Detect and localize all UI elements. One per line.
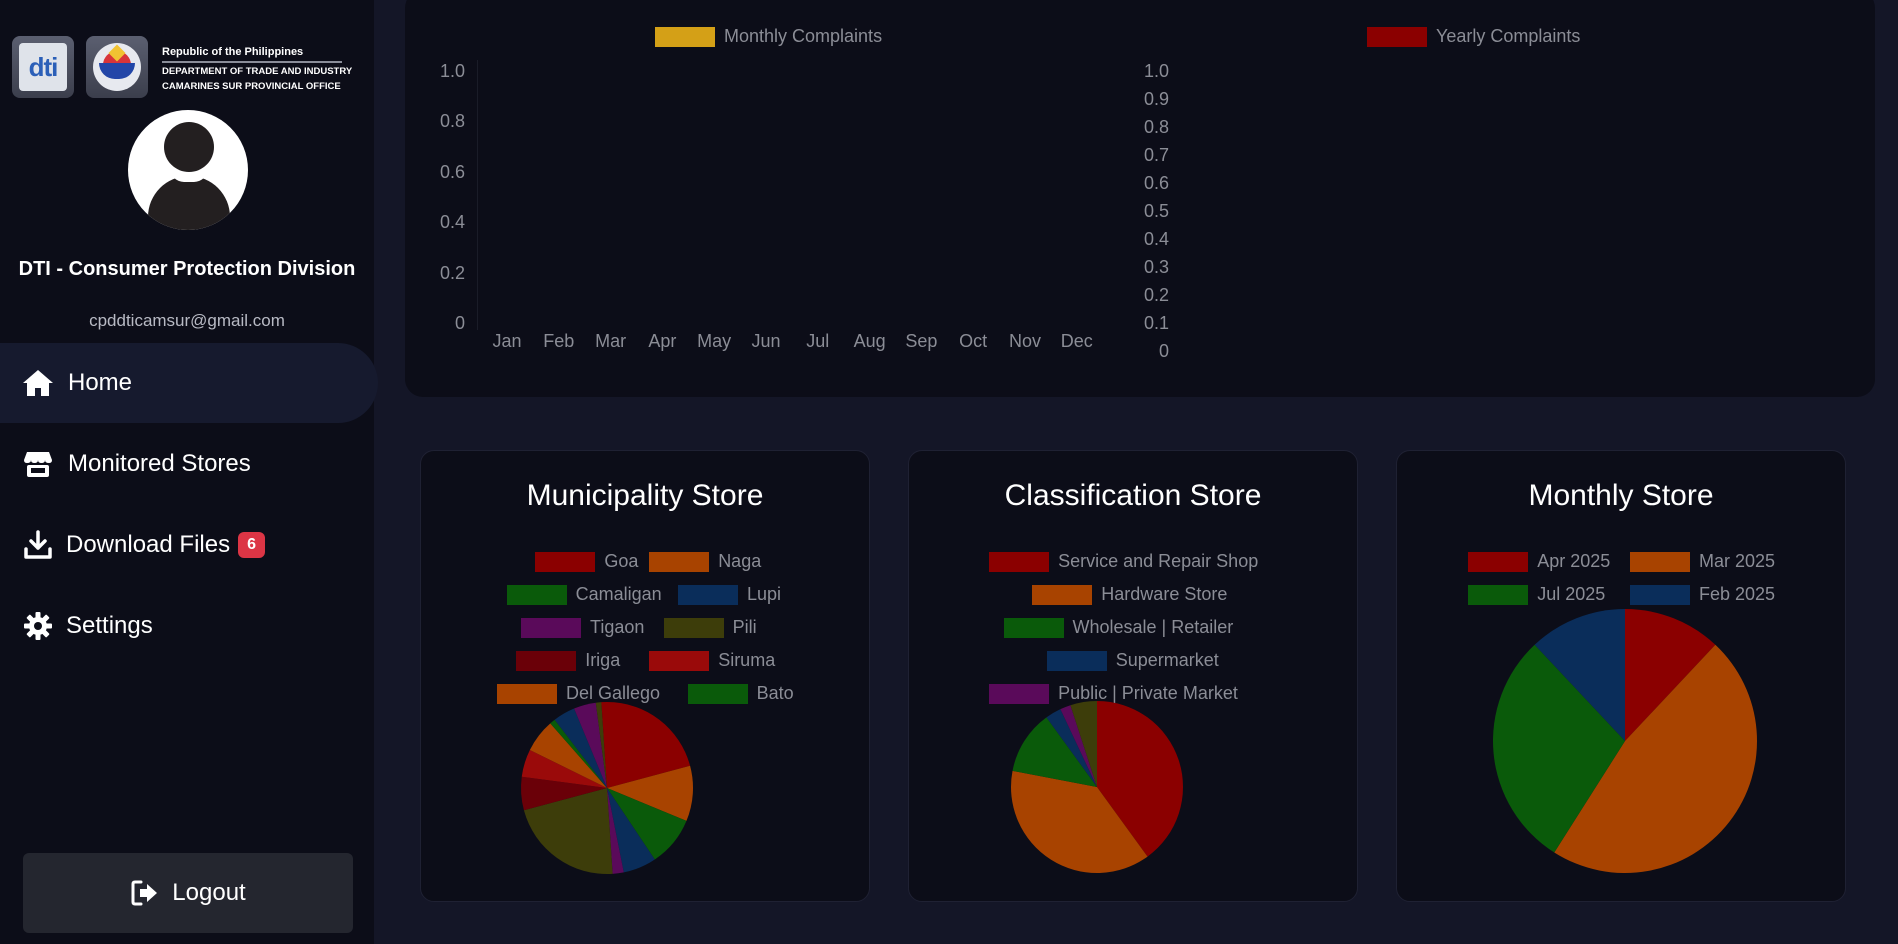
legend-label: Yearly Complaints xyxy=(1436,26,1581,46)
y-tick-label: 1.0 xyxy=(439,61,465,81)
classification-pie xyxy=(1011,701,1183,873)
x-tick-label: Mar xyxy=(595,331,627,351)
complaints-chart-panel: Monthly Complaints 0 0.2 0.4 0.6 0.8 1.0 Jan Feb… xyxy=(405,0,1875,397)
x-tick-label: Jul xyxy=(806,331,830,351)
home-icon xyxy=(20,365,56,401)
x-tick-label: Nov xyxy=(1008,331,1041,351)
y-tick-label: 0.1 xyxy=(1143,313,1169,333)
x-tick-label: Feb xyxy=(543,331,575,351)
org-office: CAMARINES SUR PROVINCIAL OFFICE xyxy=(162,81,341,92)
x-tick-label: Apr xyxy=(648,331,677,351)
y-tick-label: 0.4 xyxy=(1143,229,1169,249)
gear-icon xyxy=(20,608,56,644)
org-department: DEPARTMENT OF TRADE AND INDUSTRY xyxy=(162,66,353,77)
nav-home-label: Home xyxy=(68,369,133,396)
x-tick-label: Jan xyxy=(492,331,522,351)
nav-home[interactable]: Home xyxy=(0,343,378,423)
download-count-badge: 6 xyxy=(238,532,265,558)
x-tick-label: Oct xyxy=(959,331,988,351)
logout-icon xyxy=(130,879,160,907)
y-axis-line xyxy=(477,60,478,330)
y-tick-label: 0.8 xyxy=(439,111,465,132)
legend-label: Monthly Complaints xyxy=(724,26,883,46)
dti-logo: dti xyxy=(12,36,74,98)
y-tick-label: 0.4 xyxy=(439,212,465,233)
sidebar: dti Republic of the Philippines DEPARTME… xyxy=(0,0,378,944)
store-icon xyxy=(20,446,56,482)
classification-store-card: Classification Store Service and Repair … xyxy=(908,450,1358,902)
nav-download-files[interactable]: Download Files 6 xyxy=(0,505,374,585)
y-tick-label: 0.2 xyxy=(439,262,465,283)
org-text: Republic of the Philippines DEPARTMENT O… xyxy=(162,46,352,93)
monthly-store-card: Monthly Store Apr 2025 Mar 2025 Jul 2025 Fe… xyxy=(1396,450,1846,902)
logout-button[interactable]: Logout xyxy=(23,853,353,933)
dti-logo-text: dti xyxy=(19,43,67,91)
nav-download-files-label: Download Files xyxy=(66,531,231,558)
municipality-store-card: Municipality Store Goa Naga Camaligan Lupi T… xyxy=(420,450,870,902)
monthly-complaints-legend: Monthly Complaints xyxy=(655,26,882,47)
x-tick-label: Dec xyxy=(1060,331,1093,351)
profile-email: cpddticamsur@gmail.com xyxy=(89,311,285,330)
avatar xyxy=(128,110,248,230)
y-tick-label: 0.6 xyxy=(1143,173,1169,193)
nav-monitored-stores-label: Monitored Stores xyxy=(68,450,251,477)
legend-swatch xyxy=(1367,26,1427,47)
bagong-pilipinas-logo xyxy=(86,36,148,98)
x-tick-label: May xyxy=(697,331,732,351)
yearly-complaints-legend: Yearly Complaints xyxy=(1367,26,1580,47)
y-tick-label: 0.5 xyxy=(1143,201,1169,221)
municipality-pie xyxy=(521,702,693,874)
y-tick-label: 0.7 xyxy=(1143,145,1169,165)
y-tick-label: 0.2 xyxy=(1143,285,1169,305)
org-country: Republic of the Philippines xyxy=(162,46,342,63)
y-tick-label: 0 xyxy=(1158,341,1169,361)
download-icon xyxy=(20,527,56,563)
y-tick-label: 0.3 xyxy=(1143,257,1169,277)
y-tick-label: 0.6 xyxy=(439,161,465,182)
y-tick-label: 0.8 xyxy=(1143,117,1169,137)
logout-label: Logout xyxy=(172,879,246,906)
nav-monitored-stores[interactable]: Monitored Stores xyxy=(0,424,374,504)
nav-settings[interactable]: Settings xyxy=(0,586,374,666)
nav-settings-label: Settings xyxy=(66,612,153,639)
x-tick-label: Aug xyxy=(853,331,886,351)
monthly-store-pie xyxy=(1493,609,1757,873)
y-tick-label: 1.0 xyxy=(1143,61,1169,81)
profile-name: DTI - Consumer Protection Division xyxy=(18,258,356,280)
y-tick-label: 0.9 xyxy=(1143,89,1169,109)
y-tick-label: 0 xyxy=(454,313,465,333)
legend-swatch xyxy=(655,26,715,47)
x-tick-label: Jun xyxy=(751,331,781,351)
x-tick-label: Sep xyxy=(905,331,938,351)
header-logos: dti Republic of the Philippines DEPARTME… xyxy=(12,36,352,98)
